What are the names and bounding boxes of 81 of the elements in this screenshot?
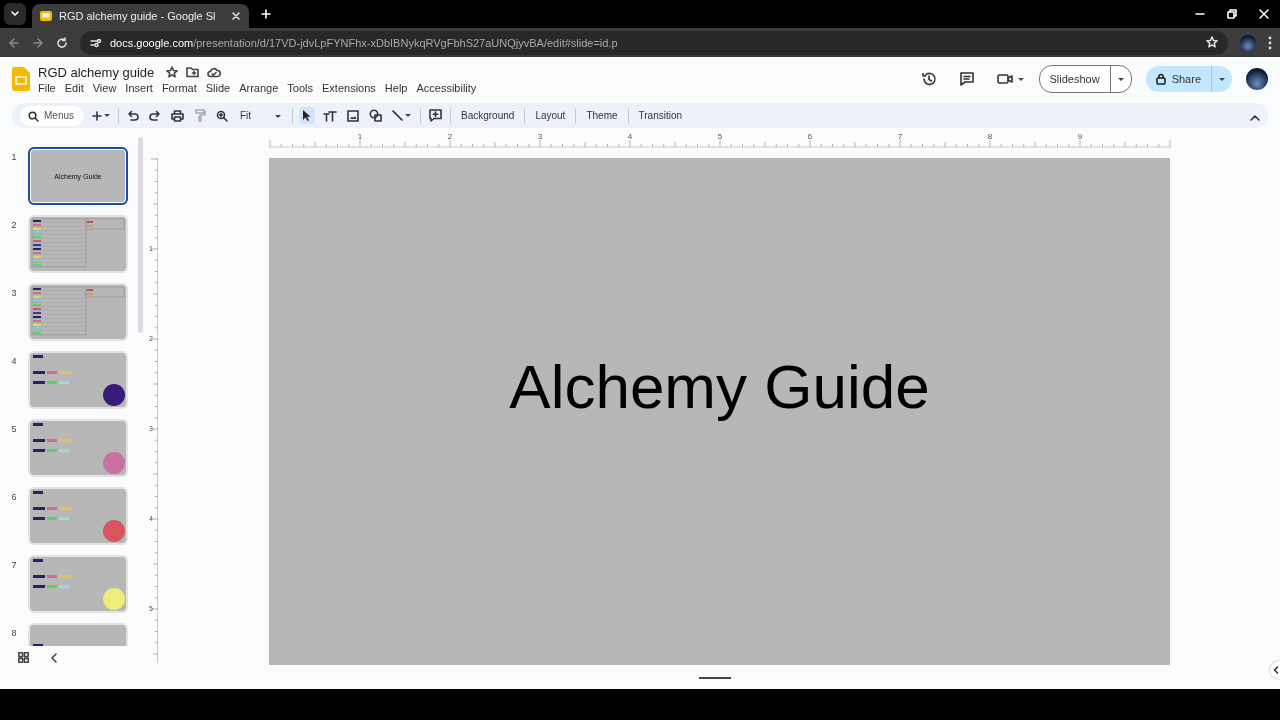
lock-icon [1155, 73, 1166, 85]
menu-item[interactable]: View [92, 79, 122, 94]
chevron-down-icon [11, 11, 19, 17]
history-icon[interactable] [920, 71, 937, 87]
pointer-icon [301, 109, 313, 122]
ruler-number: 6 [807, 133, 813, 141]
browser-tab[interactable]: RGD alchemy guide - Google Sl [32, 4, 249, 28]
site-settings-icon[interactable] [90, 37, 102, 48]
video-camera-icon[interactable] [996, 72, 1013, 86]
slides-icon [40, 10, 52, 22]
slide-number: 1 [10, 151, 18, 164]
ruler-number: 9 [1077, 133, 1083, 141]
new-slide-button[interactable] [90, 108, 112, 123]
menu-item[interactable]: File [38, 79, 61, 94]
menu-item[interactable]: Help [384, 79, 413, 94]
reload-icon[interactable] [56, 36, 68, 49]
toolbar-action[interactable]: Theme [582, 110, 622, 121]
grid-view-icon[interactable] [18, 652, 29, 663]
add-comment-button[interactable] [427, 107, 444, 124]
forward-icon[interactable] [32, 36, 44, 49]
select-tool-button[interactable] [299, 107, 315, 124]
tab-list-button[interactable] [4, 3, 26, 25]
restore-icon[interactable] [1226, 8, 1238, 20]
url-text: docs.google.com/presentation/d/17VD-jdvLpFYNFhx-xDbIBNykqRVgFbhS27aUNQjyvBA/edit#slide=id.p [110, 36, 618, 49]
profile-avatar[interactable] [1246, 68, 1268, 90]
menu-item[interactable]: Tools [287, 79, 318, 94]
menu-item[interactable]: Slide [205, 79, 236, 94]
slide-number: 4 [10, 355, 18, 368]
shape-button[interactable] [367, 107, 384, 124]
ruler-number: 5 [717, 133, 723, 141]
caret-icon [274, 112, 282, 119]
ruler-number: 3 [537, 133, 543, 141]
chevron-left-icon[interactable] [51, 652, 57, 663]
comment-icon[interactable] [958, 71, 975, 87]
menu-search-field[interactable]: Menus [20, 105, 84, 126]
toolbar-action[interactable]: Background [457, 110, 519, 121]
ruler-number: 1 [357, 133, 363, 141]
new-tab-icon[interactable] [260, 9, 271, 19]
slide-title[interactable]: Alchemy Guide [509, 351, 930, 422]
slide-number: 6 [10, 491, 18, 504]
slideshow-button[interactable]: Slideshow [1039, 66, 1110, 92]
menu-item[interactable]: Edit [64, 79, 89, 94]
slide-number: 2 [10, 219, 18, 232]
menu-item[interactable]: Format [161, 79, 202, 94]
line-tool-button[interactable] [390, 107, 414, 124]
menu-item[interactable]: Extensions [322, 79, 381, 94]
menu-item[interactable]: Accessibility [416, 79, 482, 94]
print-button[interactable] [169, 107, 186, 124]
menu-item[interactable]: Arrange [239, 79, 284, 94]
folder-icon[interactable] [186, 66, 200, 78]
more-icon[interactable] [1268, 35, 1272, 50]
share-button[interactable]: Share [1145, 66, 1211, 92]
zoom-dropdown[interactable]: Fit [236, 110, 286, 121]
toolbar-action[interactable]: Transition [634, 110, 687, 121]
chevron-left-icon [1273, 666, 1279, 674]
close-icon[interactable] [230, 11, 241, 21]
caret-icon[interactable] [1016, 76, 1025, 82]
chevron-up-icon[interactable] [1250, 114, 1260, 121]
slide-number: 3 [10, 287, 18, 300]
scrollbar[interactable] [138, 137, 143, 333]
toolbar-action[interactable]: Layout [531, 110, 570, 121]
slide-number: 5 [10, 423, 18, 436]
slide-number: 8 [10, 627, 18, 640]
caret-icon [1218, 76, 1226, 82]
ruler-number: 2 [447, 133, 453, 141]
slide-number: 7 [10, 559, 18, 572]
ruler-number: 8 [987, 133, 993, 141]
menu-item[interactable]: Insert [125, 79, 158, 94]
slide-canvas[interactable]: Alchemy Guide [269, 158, 1170, 665]
ruler-number: 4 [627, 133, 633, 141]
document-title[interactable]: RGD alchemy guide [38, 64, 155, 80]
search-icon [28, 110, 39, 122]
cloud-icon[interactable] [207, 66, 222, 78]
star-icon[interactable] [166, 66, 179, 78]
address-bar[interactable]: docs.google.com/presentation/d/17VD-jdvLpFYNFhx-xDbIBNykqRVgFbhS27aUNQjyvBA/edit#slide=id.p [80, 30, 1228, 55]
ruler-number: 7 [897, 133, 903, 141]
caret-icon [1116, 76, 1125, 82]
bookmark-star-icon[interactable] [1206, 35, 1218, 48]
image-button[interactable] [345, 107, 361, 124]
notes-resize-handle[interactable] [699, 677, 731, 679]
back-icon[interactable] [8, 36, 20, 49]
